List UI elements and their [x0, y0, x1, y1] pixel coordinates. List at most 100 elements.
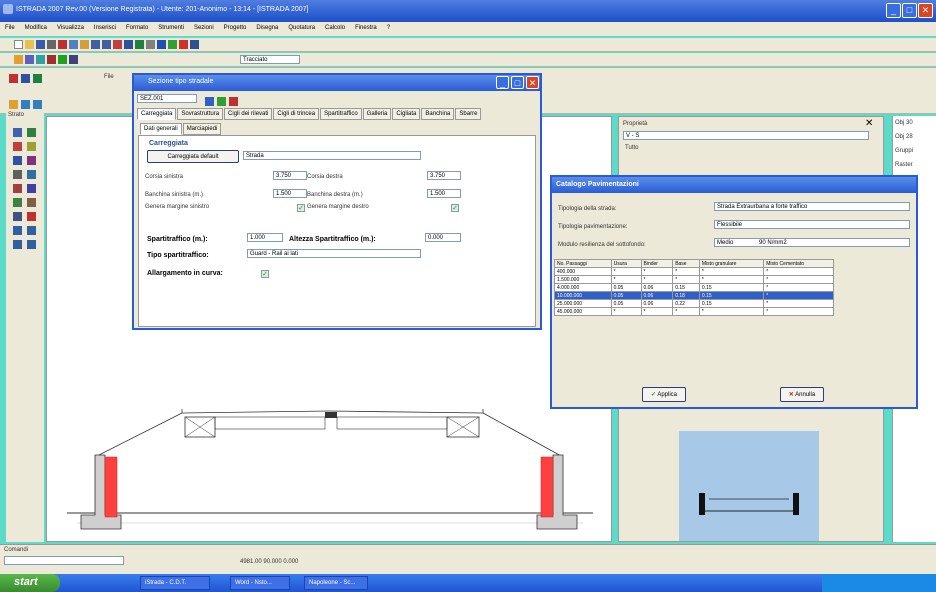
strada-select[interactable]: Strada — [243, 151, 421, 160]
arc-icon[interactable] — [135, 40, 144, 49]
allargamento-checkbox[interactable]: ✓ — [261, 270, 269, 278]
properties-select[interactable]: V - S — [623, 131, 869, 140]
zoomout-icon[interactable] — [33, 100, 42, 109]
copy-icon[interactable] — [69, 40, 78, 49]
circle-tool-icon[interactable] — [13, 142, 22, 151]
zoomin-icon[interactable] — [21, 100, 30, 109]
save-icon[interactable] — [36, 40, 45, 49]
menu-progetto[interactable]: Progetto — [219, 22, 252, 34]
snap-icon[interactable] — [14, 55, 23, 64]
layers-icon[interactable] — [168, 40, 177, 49]
apply-button[interactable]: ✓ Applica — [642, 387, 686, 402]
menu-inserisci[interactable]: Inserisci — [89, 22, 121, 34]
banchina-dx-input[interactable]: 1.500 — [427, 189, 461, 198]
col-usura[interactable]: Usura — [610, 259, 642, 268]
tipologia-strada-select[interactable]: Strada Extraurbana a forte traffico — [714, 202, 910, 211]
delete-icon[interactable] — [229, 97, 238, 106]
section-combo[interactable]: SEZ.001 — [137, 94, 197, 103]
col-binder[interactable]: Binder — [640, 259, 674, 268]
banchina-sx-input[interactable]: 1.500 — [273, 189, 307, 198]
hatch-tool-icon[interactable] — [13, 170, 22, 179]
chart-icon[interactable] — [179, 40, 188, 49]
table-row[interactable]: 400.000 * * * * * — [554, 267, 834, 276]
menu-formato[interactable]: Formato — [121, 22, 153, 34]
cut-icon[interactable] — [58, 40, 67, 49]
tab-galleria[interactable]: Galleria — [362, 108, 392, 120]
spartitraffico-input[interactable]: 1.000 — [247, 233, 283, 242]
measure-tool-icon[interactable] — [27, 240, 36, 249]
dialog-minimize-button[interactable]: _ — [496, 76, 509, 89]
modulo-select[interactable]: Medio 90 N/mm2 — [714, 238, 910, 247]
tab-spartitraffico[interactable]: Spartitraffico — [320, 108, 362, 120]
print-icon[interactable] — [47, 40, 56, 49]
menu-sezioni[interactable]: Sezioni — [189, 22, 219, 34]
arc-tool-icon[interactable] — [27, 142, 36, 151]
new-icon[interactable] — [14, 40, 23, 49]
line-tool-icon[interactable] — [13, 128, 22, 137]
dim-tool-icon[interactable] — [27, 170, 36, 179]
margine-dx-checkbox[interactable]: ✓ — [451, 204, 459, 212]
tab-sbarre[interactable]: Sbarre — [455, 108, 482, 120]
tab-cigliata[interactable]: Cigliata — [392, 108, 421, 120]
obj30-item[interactable]: Obj 30 — [893, 116, 936, 130]
ortho-icon[interactable] — [25, 55, 34, 64]
carreggiata-default-button[interactable]: Carreggiata default — [147, 150, 239, 163]
undo-icon[interactable] — [91, 40, 100, 49]
margine-sx-checkbox[interactable]: ✓ — [297, 204, 305, 212]
cancel-button[interactable]: ✕ Annulla — [780, 387, 824, 402]
command-input[interactable] — [4, 556, 124, 565]
tipo-select[interactable]: Guard - Rail ai lati — [247, 249, 421, 258]
zoom-icon[interactable] — [146, 40, 155, 49]
menu-disegna[interactable]: Disegna — [251, 22, 283, 34]
menu-modifica[interactable]: Modifica — [20, 22, 52, 34]
tab-cigli-rilevati[interactable]: Cigli dei rilevati — [224, 108, 273, 120]
menu-finestra[interactable]: Finestra — [350, 22, 382, 34]
col-passaggi[interactable]: No. Passaggi — [554, 259, 612, 268]
color-icon[interactable] — [58, 55, 67, 64]
pan-icon[interactable] — [9, 100, 18, 109]
polyline-tool-icon[interactable] — [27, 128, 36, 137]
grid-icon[interactable] — [157, 40, 166, 49]
menu-file[interactable]: File — [0, 22, 20, 34]
corsia-sx-input[interactable]: 3.750 — [273, 171, 307, 180]
table-row[interactable]: 45.000.000 * * * * * — [554, 307, 834, 316]
find-tool-icon[interactable] — [13, 240, 22, 249]
menu-strumenti[interactable]: Strumenti — [153, 22, 189, 34]
zoomwin-tool-icon[interactable] — [13, 226, 22, 235]
tab-sovrastruttura[interactable]: Sovrastruttura — [177, 108, 224, 120]
col-misto-cementato[interactable]: Misto Cementato — [763, 259, 834, 268]
offset-tool-icon[interactable] — [13, 198, 22, 207]
subtab-dati-generali[interactable]: Dati generali — [140, 123, 182, 135]
dialog-close-button[interactable]: ✕ — [526, 76, 539, 89]
pencil-icon[interactable] — [113, 40, 122, 49]
gruppi-item[interactable]: Gruppi — [893, 144, 936, 158]
dialog-maximize-button[interactable]: □ — [511, 76, 524, 89]
task-word[interactable]: Word - Nsto... — [230, 576, 290, 590]
rotate-icon[interactable] — [33, 74, 42, 83]
table-row[interactable]: 25.000.000 0.05 0.06 0.22 0.15 * — [554, 299, 834, 308]
text-tool-icon[interactable] — [27, 156, 36, 165]
maximize-button[interactable]: □ — [902, 3, 917, 18]
col-misto-granulare[interactable]: Misto granulare — [698, 259, 765, 268]
layer-icon[interactable] — [47, 55, 56, 64]
tab-cigli-trincea[interactable]: Cigli di trincea — [273, 108, 320, 120]
menu-visualizza[interactable]: Visualizza — [52, 22, 89, 34]
menu-help[interactable]: ? — [382, 22, 395, 34]
trim-tool-icon[interactable] — [13, 184, 22, 193]
polar-icon[interactable] — [36, 55, 45, 64]
table-row-selected[interactable]: 10.000.000 0.05 0.06 0.18 0.15 * — [554, 291, 834, 300]
rect-tool-icon[interactable] — [13, 156, 22, 165]
tab-carreggiata[interactable]: Carreggiata — [137, 108, 177, 120]
erase-tool-icon[interactable] — [27, 212, 36, 221]
tipologia-pav-select[interactable]: Flessibile — [714, 220, 910, 229]
task-istrada[interactable]: iStrada - C.D.T. — [140, 576, 210, 590]
menu-calcolo[interactable]: Calcolo — [320, 22, 350, 34]
mirror-tool-icon[interactable] — [27, 198, 36, 207]
corsia-dx-input[interactable]: 3.750 — [427, 171, 461, 180]
raster-item[interactable]: Raster — [893, 158, 936, 172]
properties-close-icon[interactable]: ✕ — [865, 118, 873, 129]
table-row[interactable]: 4.000.000 0.05 0.06 0.15 0.15 * — [554, 283, 834, 292]
zoomall-tool-icon[interactable] — [27, 226, 36, 235]
subtab-marciapiedi[interactable]: Marciapiedi — [182, 123, 222, 135]
table-icon[interactable] — [190, 40, 199, 49]
